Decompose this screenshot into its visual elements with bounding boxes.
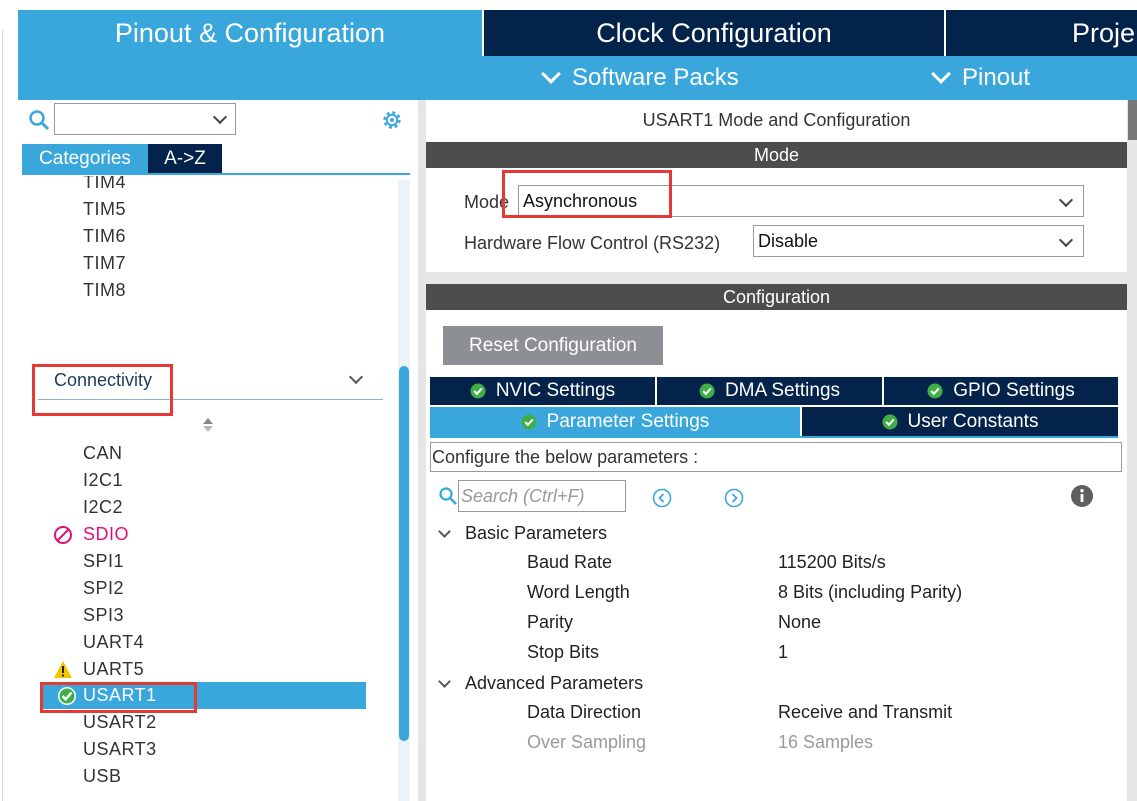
check-icon xyxy=(882,414,898,429)
chevron-down-icon xyxy=(212,109,228,125)
check-icon xyxy=(927,383,943,399)
top-tab-bar: Pinout & Configuration Clock Configurati… xyxy=(0,0,1137,56)
advanced-parameters-group[interactable]: Advanced Parameters xyxy=(438,671,644,695)
tree-item-sdio[interactable]: SDIO xyxy=(54,521,130,548)
mode-section-header: Mode xyxy=(426,142,1127,168)
chevron-down-icon xyxy=(931,64,951,84)
tab-clock-configuration[interactable]: Clock Configuration xyxy=(484,10,944,56)
search-icon xyxy=(439,487,457,505)
tab-dma-settings[interactable]: DMA Settings xyxy=(657,377,882,405)
hw-flow-select[interactable]: Disable xyxy=(753,225,1084,257)
param-value-baud-rate[interactable]: 115200 Bits/s xyxy=(778,552,886,573)
param-name-over-sampling: Over Sampling xyxy=(527,732,647,752)
tree-item-usart3[interactable]: USART3 xyxy=(83,736,157,763)
next-icon[interactable] xyxy=(724,488,744,508)
param-value-parity[interactable]: None xyxy=(778,612,821,633)
tab-pinout-configuration[interactable]: Pinout & Configuration xyxy=(18,10,482,56)
sidebar-search-row xyxy=(18,100,418,140)
tree-item-tim6[interactable]: TIM6 xyxy=(83,223,126,250)
tab-label: DMA Settings xyxy=(724,380,841,401)
reset-configuration-button[interactable]: Reset Configuration xyxy=(443,326,663,365)
basic-parameters-group[interactable]: Basic Parameters xyxy=(438,521,608,545)
tab-nvic-settings[interactable]: NVIC Settings xyxy=(430,377,655,405)
info-icon[interactable] xyxy=(1070,484,1094,508)
highlight-usart1 xyxy=(40,682,197,713)
tab-label: NVIC Settings xyxy=(495,380,616,401)
tree-item-spi1[interactable]: SPI1 xyxy=(83,548,124,575)
tree-item-spi2[interactable]: SPI2 xyxy=(83,575,124,602)
configuration-section-header: Configuration xyxy=(426,284,1127,310)
tree-item-tim4[interactable]: TIM4 xyxy=(83,176,126,196)
search-icon[interactable] xyxy=(28,109,50,131)
chevron-down-icon xyxy=(1058,232,1074,248)
highlight-mode-value xyxy=(502,170,672,218)
param-value-data-direction[interactable]: Receive and Transmit xyxy=(778,702,952,723)
chevron-down-icon xyxy=(438,524,451,538)
tree-item-usb[interactable]: USB xyxy=(83,763,122,790)
collapse-handle[interactable] xyxy=(1128,100,1137,140)
settings-tabs-underline xyxy=(430,436,1118,438)
param-name-word-length: Word Length xyxy=(527,582,630,602)
check-icon xyxy=(699,383,715,399)
param-value-over-sampling: 16 Samples xyxy=(778,732,874,752)
software-packs-label: Software Packs xyxy=(572,64,739,91)
sidebar-view-tabs: Categories A->Z xyxy=(22,144,222,173)
param-value-stop-bits[interactable]: 1 xyxy=(778,642,788,663)
hw-flow-label: Hardware Flow Control (RS232) xyxy=(464,233,721,253)
tree-item-tim8[interactable]: TIM8 xyxy=(83,277,126,304)
tree-item-can[interactable]: CAN xyxy=(83,440,123,467)
tree-item-uart5[interactable]: UART5 xyxy=(54,656,145,683)
no-entry-icon xyxy=(54,526,72,544)
param-name-parity: Parity xyxy=(527,612,574,632)
tab-a-to-z[interactable]: A->Z xyxy=(148,144,222,173)
tree-item-spi3[interactable]: SPI3 xyxy=(83,602,124,629)
group-label: Basic Parameters xyxy=(465,522,608,543)
tabs-underline xyxy=(22,173,410,175)
check-icon xyxy=(521,414,537,429)
tree-item-tim7[interactable]: TIM7 xyxy=(83,250,126,277)
panel-title: USART1 Mode and Configuration xyxy=(642,110,911,130)
tree-item-i2c1[interactable]: I2C1 xyxy=(83,467,123,494)
param-name-data-direction: Data Direction xyxy=(527,702,642,722)
tree-item-i2c2[interactable]: I2C2 xyxy=(83,494,123,521)
tree-item-usart2[interactable]: USART2 xyxy=(83,709,157,736)
param-name-stop-bits: Stop Bits xyxy=(527,642,600,662)
tab-categories[interactable]: Categories xyxy=(22,144,148,173)
secondary-toolbar: Software Packs Pinout xyxy=(18,56,1137,100)
parameter-search-input[interactable]: Search (Ctrl+F) xyxy=(458,480,626,512)
tree-item-tim5[interactable]: TIM5 xyxy=(83,196,126,223)
tab-user-constants[interactable]: User Constants xyxy=(802,407,1118,436)
tab-label: GPIO Settings xyxy=(953,380,1075,401)
previous-icon[interactable] xyxy=(652,488,672,508)
pinout-menu-label: Pinout xyxy=(962,64,1031,91)
chevron-down-icon xyxy=(541,64,561,84)
sidebar-scrollbar-thumb[interactable] xyxy=(399,366,409,741)
configure-parameters-caption: Configure the below parameters : xyxy=(430,442,1122,472)
window-edge xyxy=(0,30,18,801)
warning-icon xyxy=(54,661,72,678)
tab-parameter-settings[interactable]: Parameter Settings xyxy=(430,407,800,436)
gear-icon[interactable] xyxy=(380,108,404,132)
chevron-down-icon xyxy=(348,369,364,385)
tab-label: User Constants xyxy=(907,410,1039,432)
sort-icon[interactable] xyxy=(201,416,215,434)
param-name-baud-rate: Baud Rate xyxy=(527,552,613,572)
tree-item-uart4[interactable]: UART4 xyxy=(83,629,144,656)
tab-gpio-settings[interactable]: GPIO Settings xyxy=(884,377,1118,405)
tab-label: Parameter Settings xyxy=(546,410,710,432)
hw-flow-select-value: Disable xyxy=(758,230,819,251)
search-combo-box[interactable] xyxy=(54,103,236,135)
chevron-down-icon xyxy=(438,674,451,688)
group-label: Advanced Parameters xyxy=(465,672,644,693)
pinout-menu[interactable]: Pinout xyxy=(931,56,1031,100)
tab-project-manager[interactable]: Proje xyxy=(946,10,1137,56)
software-packs-menu[interactable]: Software Packs xyxy=(541,56,739,100)
check-icon xyxy=(470,383,486,399)
param-value-word-length[interactable]: 8 Bits (including Parity) xyxy=(778,582,962,603)
tree-item-label: SDIO xyxy=(83,524,130,544)
configuration-section: Configuration Reset Configuration NVIC S… xyxy=(426,284,1127,801)
highlight-connectivity xyxy=(32,364,173,416)
chevron-down-icon xyxy=(1058,192,1074,208)
tree-item-label: UART5 xyxy=(83,659,145,679)
